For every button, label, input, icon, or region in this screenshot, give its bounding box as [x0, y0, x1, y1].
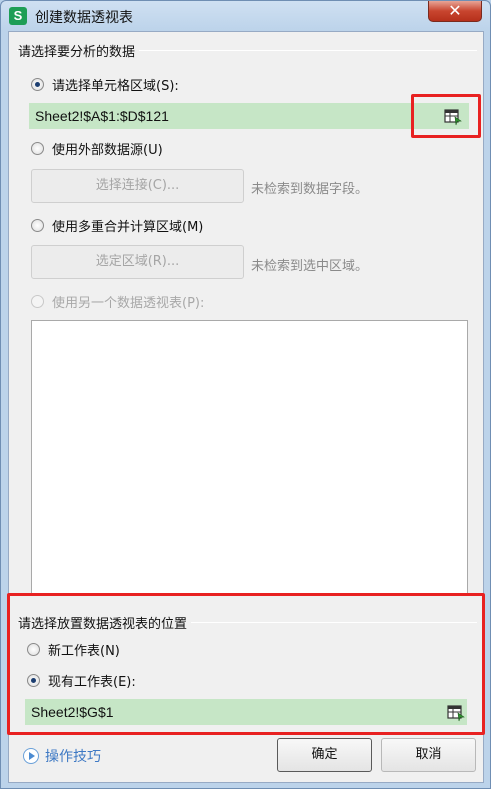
title-bar[interactable]: S 创建数据透视表 ✕ [1, 1, 490, 31]
radio-new-sheet-label: 新工作表(N) [48, 643, 120, 659]
ok-button[interactable]: 确定 [277, 738, 372, 772]
radio-consolidation-label: 使用多重合并计算区域(M) [52, 219, 204, 235]
radio-external-source-label: 使用外部数据源(U) [52, 142, 163, 158]
radio-button[interactable] [31, 141, 44, 155]
radio-cell-range[interactable]: 请选择单元格区域(S): [31, 74, 179, 94]
select-range-button[interactable]: 选定区域(R)... [31, 245, 244, 279]
radio-button-checked[interactable] [27, 673, 40, 687]
radio-button[interactable] [31, 218, 44, 232]
radio-existing-sheet-label: 现有工作表(E): [48, 674, 136, 690]
radio-other-pivot-label: 使用另一个数据透视表(P): [52, 295, 205, 311]
radio-button-disabled[interactable] [31, 294, 44, 308]
radio-cell-range-label: 请选择单元格区域(S): [52, 78, 179, 94]
location-input[interactable]: Sheet2!$G$1 [25, 699, 443, 725]
radio-external-source[interactable]: 使用外部数据源(U) [31, 138, 163, 158]
consolidation-note: 未检索到选中区域。 [251, 259, 369, 274]
cancel-button[interactable]: 取消 [381, 738, 476, 772]
select-connection-button[interactable]: 选择连接(C)... [31, 169, 244, 203]
radio-new-sheet[interactable]: 新工作表(N) [27, 639, 120, 659]
highlight-range-button [411, 94, 481, 138]
radio-button[interactable] [27, 642, 40, 656]
dialog-body: 请选择要分析的数据 请选择单元格区域(S): Sheet2!$A$1:$D$12… [7, 31, 485, 783]
pivot-table-list[interactable] [31, 320, 468, 594]
source-group-title: 请选择要分析的数据 [18, 41, 140, 60]
cell-range-input[interactable]: Sheet2!$A$1:$D$121 [29, 103, 445, 129]
radio-consolidation[interactable]: 使用多重合并计算区域(M) [31, 215, 203, 235]
dialog-title: 创建数据透视表 [35, 10, 133, 26]
tips-link[interactable]: 操作技巧 [23, 746, 101, 766]
location-group-title: 请选择放置数据透视表的位置 [18, 613, 192, 632]
dialog-window: S 创建数据透视表 ✕ 请选择要分析的数据 请选择单元格区域(S): Sheet… [0, 0, 491, 789]
radio-button-checked[interactable] [31, 77, 44, 91]
external-note: 未检索到数据字段。 [251, 182, 369, 197]
play-circle-icon [23, 748, 39, 764]
radio-other-pivot[interactable]: 使用另一个数据透视表(P): [31, 291, 204, 311]
close-button[interactable]: ✕ [428, 1, 482, 22]
wps-spreadsheet-icon: S [9, 7, 27, 25]
radio-existing-sheet[interactable]: 现有工作表(E): [27, 670, 136, 690]
tips-label[interactable]: 操作技巧 [45, 746, 101, 766]
range-select-icon[interactable] [446, 704, 466, 722]
